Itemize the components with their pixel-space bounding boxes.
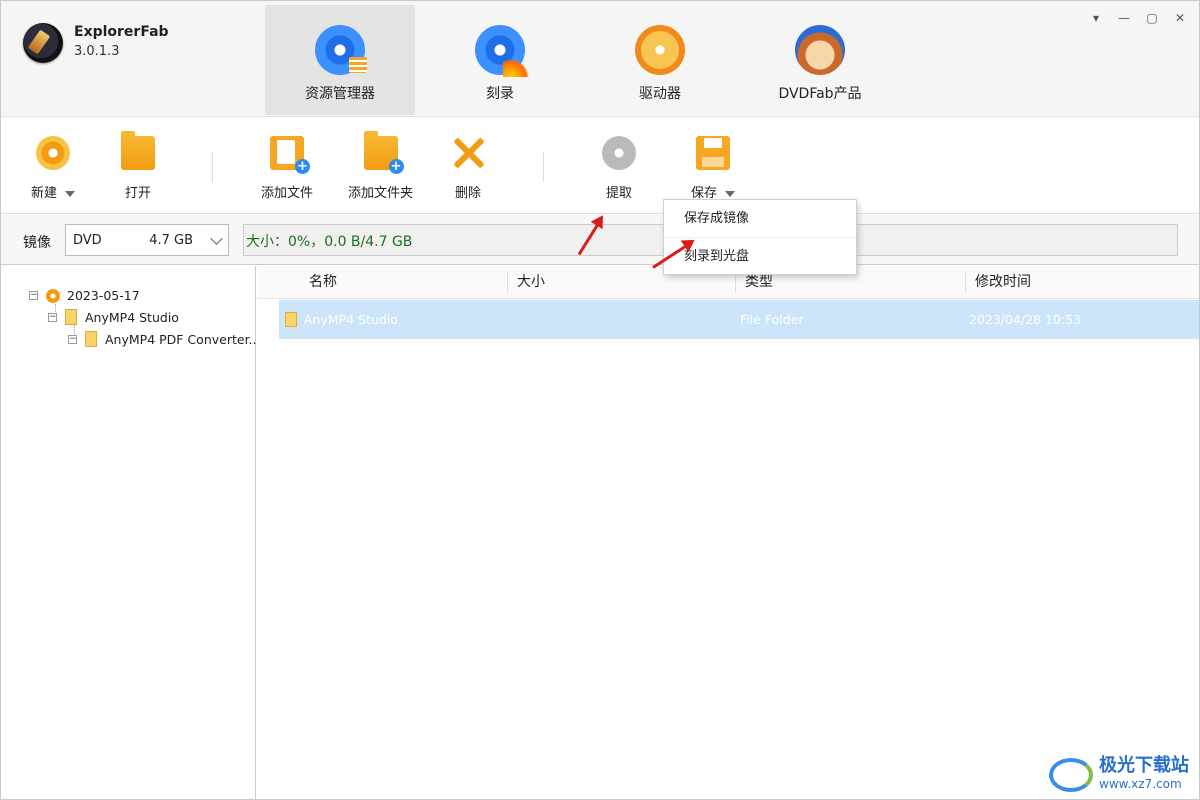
- disc-type-select[interactable]: DVD 4.7 GB: [65, 224, 229, 256]
- cell-modified: 2023/04/28 10:53: [969, 312, 1082, 327]
- app-name: ExplorerFab: [74, 24, 169, 40]
- open-label: 打开: [124, 186, 151, 201]
- add-file-icon: +: [270, 136, 310, 174]
- watermark-text: 极光下载站: [1099, 755, 1189, 776]
- menu-dropdown-icon[interactable]: ▾: [1089, 11, 1103, 25]
- tab-drive[interactable]: 驱动器: [585, 5, 735, 115]
- folder-icon: [285, 312, 297, 327]
- extract-label: 提取: [605, 186, 632, 201]
- tree-node-pdf-converter[interactable]: − AnyMP4 PDF Converter...: [68, 331, 260, 347]
- chevron-down-icon: [210, 231, 223, 245]
- tab-label: 刻录: [486, 86, 514, 102]
- close-button[interactable]: ✕: [1173, 11, 1187, 25]
- open-folder-icon: [121, 131, 155, 170]
- disc-capacity-value: 4.7 GB: [149, 232, 193, 248]
- disc-type-value: DVD: [73, 232, 102, 248]
- folder-tree: − 2023-05-17 − AnyMP4 Studio − AnyMP4 PD…: [1, 266, 260, 799]
- tab-explorer[interactable]: 资源管理器: [265, 5, 415, 115]
- tab-label: 驱动器: [639, 86, 681, 102]
- collapse-icon[interactable]: −: [48, 312, 57, 322]
- toolbar-divider: [543, 152, 544, 182]
- watermark-logo-icon: [1049, 758, 1093, 792]
- drive-icon: [635, 25, 685, 75]
- main-tabs: 资源管理器 刻录 驱动器 DVDFab产品: [265, 5, 905, 115]
- dvdfab-monkey-icon: [795, 25, 845, 75]
- maximize-button[interactable]: ▢: [1145, 11, 1159, 25]
- image-label: 镜像: [23, 235, 51, 251]
- plus-icon: +: [388, 159, 404, 174]
- watermark: 极光下载站 www.xz7.com: [1049, 757, 1189, 793]
- tree-node-root[interactable]: − 2023-05-17: [29, 288, 140, 303]
- burn-disc-icon: [475, 25, 529, 77]
- add-folder-label: 添加文件夹: [348, 186, 414, 201]
- column-modified[interactable]: 修改时间: [965, 266, 1195, 299]
- table-row[interactable]: AnyMP4 Studio File Folder 2023/04/28 10:…: [279, 300, 1199, 339]
- minimize-button[interactable]: —: [1117, 11, 1131, 25]
- folder-icon: [65, 309, 77, 325]
- save-floppy-icon: [696, 136, 730, 170]
- save-dropdown-caret-icon[interactable]: [725, 190, 736, 197]
- tab-burn[interactable]: 刻录: [415, 5, 585, 115]
- tab-label: DVDFab产品: [778, 86, 862, 102]
- add-folder-icon: +: [363, 131, 404, 174]
- column-name[interactable]: 名称: [299, 266, 507, 299]
- tree-node-anymp4-studio[interactable]: − AnyMP4 Studio: [48, 309, 179, 325]
- folder-icon: [85, 331, 97, 347]
- toolbar-divider: [212, 152, 213, 182]
- plus-icon: +: [295, 159, 310, 174]
- open-button[interactable]: 打开: [121, 131, 155, 201]
- new-label: 新建: [31, 186, 58, 201]
- extract-button[interactable]: 提取: [602, 136, 636, 201]
- new-disc-icon: [36, 136, 70, 170]
- explorer-disc-icon: [315, 25, 367, 75]
- cell-type: File Folder: [740, 312, 804, 327]
- app-window: ExplorerFab 3.0.1.3 资源管理器 刻录 驱动器 DVDFab产…: [0, 0, 1200, 800]
- new-button[interactable]: 新建: [31, 136, 76, 201]
- brand: ExplorerFab 3.0.1.3: [23, 23, 169, 63]
- file-list: 名称 大小 类型 修改时间 AnyMP4 Studio File Folder …: [257, 266, 1199, 799]
- add-file-label: 添加文件: [261, 186, 314, 201]
- delete-button[interactable]: 删除: [451, 136, 485, 201]
- extract-disc-icon: [602, 136, 636, 170]
- tree-node-label: AnyMP4 Studio: [85, 309, 179, 325]
- menu-item-save-as-image[interactable]: 保存成镜像: [664, 200, 856, 237]
- cell-name: AnyMP4 Studio: [304, 312, 398, 327]
- watermark-url: www.xz7.com: [1099, 777, 1182, 791]
- add-file-button[interactable]: + 添加文件: [261, 136, 313, 201]
- collapse-icon[interactable]: −: [68, 334, 77, 344]
- tab-dvdfab-products[interactable]: DVDFab产品: [735, 5, 905, 115]
- collapse-icon[interactable]: −: [29, 291, 38, 300]
- disc-icon: [46, 288, 60, 303]
- capacity-text: 大小：0%，0.0 B/4.7 GB: [246, 234, 413, 250]
- new-dropdown-caret-icon[interactable]: [65, 190, 76, 197]
- app-logo-icon: [23, 23, 63, 63]
- tree-node-label: 2023-05-17: [67, 288, 140, 303]
- header: ExplorerFab 3.0.1.3 资源管理器 刻录 驱动器 DVDFab产…: [1, 1, 1199, 117]
- window-controls: ▾ — ▢ ✕: [1089, 11, 1187, 25]
- tree-node-label: AnyMP4 PDF Converter...: [105, 331, 261, 347]
- delete-label: 删除: [454, 186, 481, 201]
- app-version: 3.0.1.3: [74, 44, 120, 59]
- tab-label: 资源管理器: [305, 86, 375, 102]
- save-button[interactable]: 保存: [691, 136, 736, 201]
- toolbar: 新建 打开 + 添加文件 + 添加文件夹 删除 提取 保存: [1, 118, 1199, 214]
- add-folder-button[interactable]: + 添加文件夹: [348, 131, 414, 201]
- delete-x-icon: [451, 136, 485, 170]
